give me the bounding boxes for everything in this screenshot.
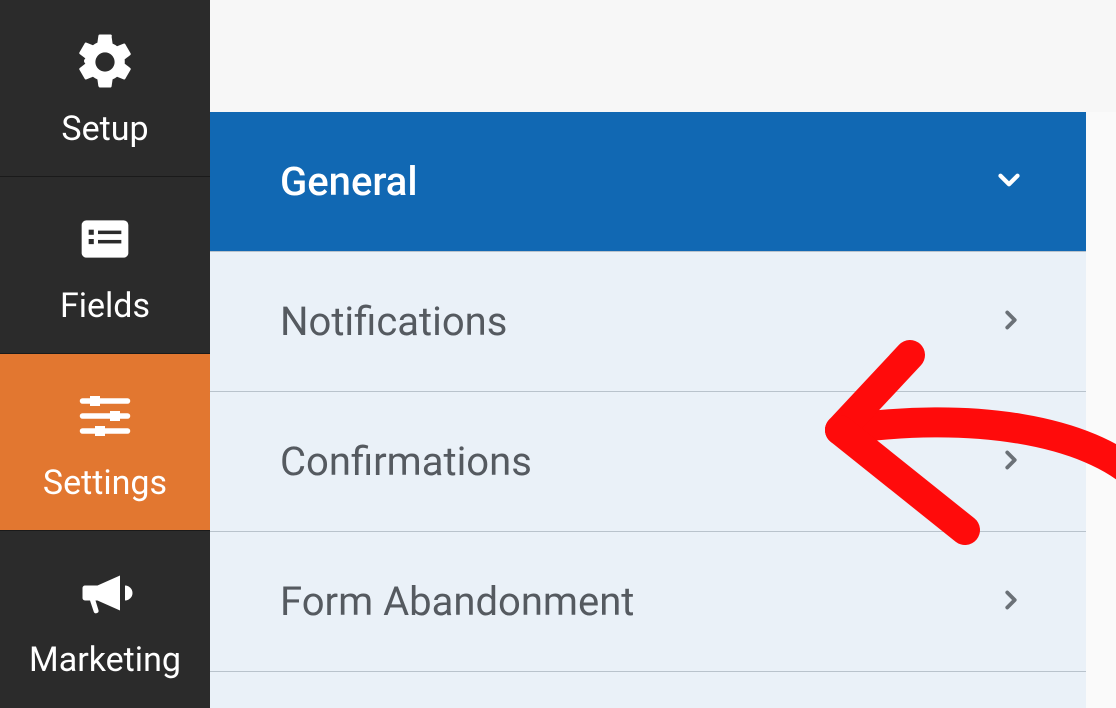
settings-panel-list: General Notifications Confirmations Form… bbox=[210, 112, 1086, 708]
sidebar-item-settings[interactable]: Settings bbox=[0, 354, 210, 531]
chevron-right-icon bbox=[996, 305, 1026, 339]
sidebar-item-marketing[interactable]: Marketing bbox=[0, 531, 210, 708]
sidebar-item-label: Marketing bbox=[29, 640, 181, 680]
list-icon bbox=[70, 204, 140, 274]
settings-panel-general[interactable]: General bbox=[210, 112, 1086, 252]
settings-panel-confirmations[interactable]: Confirmations bbox=[210, 392, 1086, 532]
panel-item-label: General bbox=[280, 158, 418, 205]
chevron-right-icon bbox=[996, 585, 1026, 619]
gear-icon bbox=[70, 27, 140, 97]
sidebar-item-label: Fields bbox=[60, 286, 150, 326]
sidebar-item-setup[interactable]: Setup bbox=[0, 0, 210, 177]
panel-item-label: Form Abandonment bbox=[280, 578, 634, 625]
sidebar-item-label: Settings bbox=[43, 463, 167, 503]
settings-panel-notifications[interactable]: Notifications bbox=[210, 252, 1086, 392]
sidebar-item-label: Setup bbox=[61, 109, 148, 149]
megaphone-icon bbox=[70, 558, 140, 628]
panel-item-label: Notifications bbox=[280, 298, 507, 345]
topbar bbox=[210, 0, 1116, 112]
scrollbar[interactable] bbox=[1086, 112, 1116, 708]
sidebar: Setup Fields Settings Marketing bbox=[0, 0, 210, 708]
chevron-right-icon bbox=[996, 445, 1026, 479]
sliders-icon bbox=[70, 381, 140, 451]
main-content: General Notifications Confirmations Form… bbox=[210, 0, 1116, 708]
sidebar-item-fields[interactable]: Fields bbox=[0, 177, 210, 354]
chevron-down-icon bbox=[992, 163, 1026, 201]
settings-panel-form-abandonment[interactable]: Form Abandonment bbox=[210, 532, 1086, 672]
panel-item-label: Confirmations bbox=[280, 438, 532, 485]
